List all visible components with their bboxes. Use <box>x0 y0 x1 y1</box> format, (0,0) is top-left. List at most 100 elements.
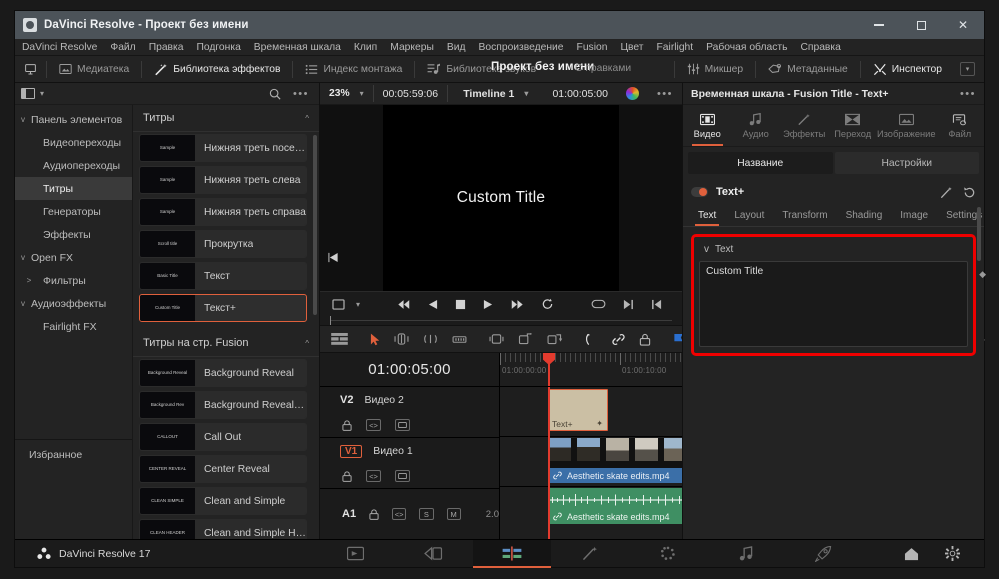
tab-image[interactable]: Изображение <box>877 105 936 146</box>
chevron-down-icon[interactable]: ▾ <box>40 89 44 98</box>
chevron-up-icon[interactable]: ^ <box>305 339 309 348</box>
mark-in-button[interactable] <box>651 299 662 310</box>
timeline-clip-title[interactable]: Text+ ✦ <box>548 389 608 431</box>
mark-out-button[interactable] <box>623 299 634 310</box>
effects-list[interactable]: Титры ^ SampleНижняя треть посере... Sam… <box>133 105 319 539</box>
tree-item-toolbox[interactable]: vПанель элементов <box>15 108 132 131</box>
viewer-zoom[interactable]: 23% ▾ <box>320 83 373 104</box>
menu-item-timeline[interactable]: Временная шкала <box>254 42 341 53</box>
menu-item-markers[interactable]: Маркеры <box>390 42 434 53</box>
effect-item-text-plus[interactable]: Custom TitleТекст+ <box>139 294 307 322</box>
tree-item-filters[interactable]: >Фильтры <box>15 269 132 292</box>
text-input[interactable]: Custom Title <box>699 261 968 347</box>
text-section-header[interactable]: v Text <box>699 241 968 257</box>
page-fusion[interactable] <box>551 540 629 568</box>
loop-button[interactable] <box>541 298 554 310</box>
subtab-shading[interactable]: Shading <box>837 205 892 226</box>
track-header-v1[interactable]: V1 Видео 1 <> <box>320 438 499 489</box>
play-reverse-button[interactable] <box>428 299 438 310</box>
reset-icon[interactable] <box>963 186 976 199</box>
lock-icon[interactable] <box>639 333 651 346</box>
viewer-timeline-selector[interactable]: Timeline 1 ▾ <box>448 88 543 100</box>
track-auto-select-button[interactable]: <> <box>366 419 381 431</box>
effect-item[interactable]: Basic TitleТекст <box>139 262 307 290</box>
media-pool-button[interactable]: Медиатека <box>56 63 132 75</box>
menu-item-help[interactable]: Справка <box>800 42 840 53</box>
metadata-button[interactable]: Метаданные <box>765 63 851 75</box>
tree-item-titles[interactable]: Титры <box>15 177 132 200</box>
tree-item-generators[interactable]: Генераторы <box>15 200 132 223</box>
viewer-annotation-icon[interactable] <box>328 252 339 263</box>
menu-item-playback[interactable]: Воспроизведение <box>479 42 564 53</box>
effect-item[interactable]: Background RevBackground Reveal Lo... <box>139 391 307 419</box>
tab-transition[interactable]: Переход <box>828 105 876 146</box>
tab-video[interactable]: Видео <box>683 105 731 146</box>
subtab-settings[interactable]: Settings <box>937 205 991 226</box>
effect-item[interactable]: CLEAN HEADERClean and Simple Hea... <box>139 519 307 539</box>
viewer-options-button[interactable]: ••• <box>648 83 682 104</box>
safe-area-icon[interactable] <box>332 299 345 310</box>
menu-item-edit[interactable]: Правка <box>149 42 184 53</box>
track-auto-select-button[interactable]: <> <box>392 508 406 520</box>
effect-item[interactable]: SampleНижняя треть справа <box>139 198 307 226</box>
effect-item[interactable]: Scroll titleПрокрутка <box>139 230 307 258</box>
timeline-ruler[interactable]: 01:00:00:00 01:00:10:00 01:00:20:00 01:0… <box>500 353 682 386</box>
minimize-button[interactable] <box>858 11 900 39</box>
inspector-button[interactable]: Инспектор <box>870 63 945 76</box>
menu-item-trim[interactable]: Подгонка <box>196 42 240 53</box>
playhead-line[interactable] <box>548 387 550 539</box>
menu-item-davinci[interactable]: DaVinci Resolve <box>22 42 97 53</box>
tree-item-audio-transitions[interactable]: Аудиопереходы <box>15 154 132 177</box>
favorites-section[interactable]: Избранное <box>15 439 132 539</box>
close-button[interactable]: ✕ <box>942 11 984 39</box>
chevron-up-icon[interactable]: ^ <box>305 114 309 123</box>
effects-options-button[interactable]: ••• <box>293 90 309 98</box>
linked-selection-icon[interactable] <box>612 333 625 346</box>
home-monitor-icon[interactable] <box>24 63 37 76</box>
group-header-fusion-titles[interactable]: Титры на стр. Fusion ^ <box>133 330 319 357</box>
menu-item-fairlight[interactable]: Fairlight <box>657 42 694 53</box>
timeline-clip-video[interactable]: Aesthetic skate edits.mp4 <box>548 438 682 483</box>
maximize-button[interactable] <box>900 11 942 39</box>
tab-audio[interactable]: Аудио <box>731 105 779 146</box>
page-fairlight[interactable] <box>707 540 785 568</box>
menu-item-file[interactable]: Файл <box>110 42 135 53</box>
effects-scrollbar[interactable] <box>313 135 317 315</box>
track-header-a1[interactable]: A1 <> S M 2.0 <box>320 489 499 539</box>
subtab-layout[interactable]: Layout <box>725 205 773 226</box>
gear-icon[interactable] <box>945 546 960 561</box>
insert-clip-icon[interactable] <box>489 333 504 345</box>
page-media[interactable] <box>317 540 395 568</box>
magic-wand-icon[interactable] <box>939 186 953 199</box>
segment-settings[interactable]: Настройки <box>835 152 980 174</box>
tree-item-openfx[interactable]: vOpen FX <box>15 246 132 269</box>
track-lock-icon[interactable] <box>369 509 379 520</box>
page-color[interactable] <box>629 540 707 568</box>
tree-item-effects[interactable]: Эффекты <box>15 223 132 246</box>
toolbar-more-button[interactable]: ▾ <box>960 62 975 76</box>
place-on-top-icon[interactable] <box>547 333 563 345</box>
track-lock-icon[interactable] <box>342 420 352 431</box>
inspector-scrollbar[interactable] <box>977 207 981 261</box>
track-lock-icon[interactable] <box>342 471 352 482</box>
loop-range-icon[interactable] <box>591 299 606 309</box>
chevron-down-icon[interactable]: ▾ <box>524 89 528 98</box>
snapping-icon[interactable] <box>585 333 598 346</box>
playhead[interactable] <box>548 353 550 386</box>
viewer-canvas[interactable]: Custom Title <box>320 105 682 291</box>
chevron-down-icon[interactable]: ▾ <box>360 89 364 98</box>
track-enable-button[interactable] <box>395 470 410 482</box>
overwrite-clip-icon[interactable] <box>518 333 533 345</box>
tree-item-fairlight-fx[interactable]: Fairlight FX <box>15 315 132 338</box>
group-header-titles[interactable]: Титры ^ <box>133 105 319 132</box>
menu-item-color[interactable]: Цвет <box>620 42 643 53</box>
search-icon[interactable] <box>269 88 281 100</box>
play-button[interactable] <box>483 299 493 310</box>
viewer-scrubber[interactable] <box>320 316 682 325</box>
inspector-options-button[interactable]: ••• <box>960 90 976 98</box>
jump-to-end-button[interactable] <box>510 299 524 310</box>
home-icon[interactable] <box>904 547 919 561</box>
effects-library-button[interactable]: Библиотека эффектов <box>151 63 283 76</box>
edit-index-button[interactable]: Индекс монтажа <box>302 64 405 75</box>
panel-layout-icon[interactable] <box>21 88 35 99</box>
